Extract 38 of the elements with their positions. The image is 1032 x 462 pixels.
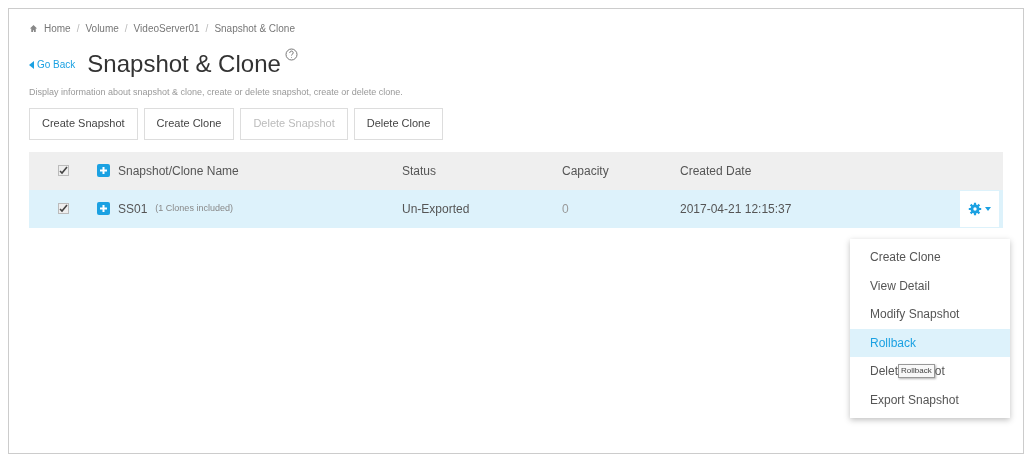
caret-down-icon: [985, 206, 991, 211]
table-cell: Un-Exported: [402, 201, 470, 216]
menu-item[interactable]: Modify Snapshot: [850, 300, 1010, 329]
menu-item[interactable]: Delet Rollback ot: [850, 357, 1010, 386]
caret-left-icon: [29, 60, 35, 69]
table-cell: 2017-04-21 12:15:37: [680, 201, 792, 216]
breadcrumb-item[interactable]: Home: [44, 21, 71, 36]
breadcrumb-separator: /: [205, 22, 209, 36]
settings-menu-button[interactable]: [960, 190, 999, 227]
column-header: Created Date: [680, 163, 752, 178]
toolbar-button[interactable]: Create Snapshot: [29, 107, 138, 140]
page-title: Snapshot & Clone: [87, 52, 281, 76]
table-cell-text: SS01: [118, 200, 148, 218]
help-icon[interactable]: [284, 48, 298, 61]
gear-icon: [968, 201, 982, 216]
column-header: Status: [402, 163, 437, 178]
clone-count: (1 Clones included): [155, 201, 233, 215]
table-row[interactable]: SS01 (1 Clones included) Un-Exported 0 2017-04-21 12:15:37: [29, 189, 1003, 228]
breadcrumb-separator: /: [76, 22, 80, 36]
expand-all-icon[interactable]: [97, 164, 110, 177]
column-header: Snapshot/Clone Name: [118, 162, 239, 180]
table-cell: 0: [562, 201, 569, 216]
menu-item[interactable]: Export Snapshot: [850, 385, 1010, 414]
home-icon: [29, 24, 38, 33]
breadcrumb-item: Snapshot & Clone: [214, 22, 295, 36]
expand-icon[interactable]: [97, 202, 110, 215]
breadcrumb-separator: /: [124, 22, 128, 36]
toolbar-button[interactable]: Delete Clone: [353, 107, 444, 140]
tooltip: Rollback: [898, 364, 935, 379]
checkbox[interactable]: [57, 203, 69, 214]
menu-item[interactable]: Create Clone: [850, 243, 1010, 272]
menu-item[interactable]: View Detail: [850, 271, 1010, 300]
column-header: Capacity: [562, 163, 609, 178]
breadcrumb-item[interactable]: VideoServer01: [133, 21, 200, 36]
toolbar-button[interactable]: Create Clone: [143, 107, 235, 140]
checkbox[interactable]: [57, 165, 69, 176]
description: Display information about snapshot & clone, create or delete snapshot, create or delete clone.: [29, 86, 404, 99]
breadcrumb-item[interactable]: Volume: [85, 21, 119, 36]
